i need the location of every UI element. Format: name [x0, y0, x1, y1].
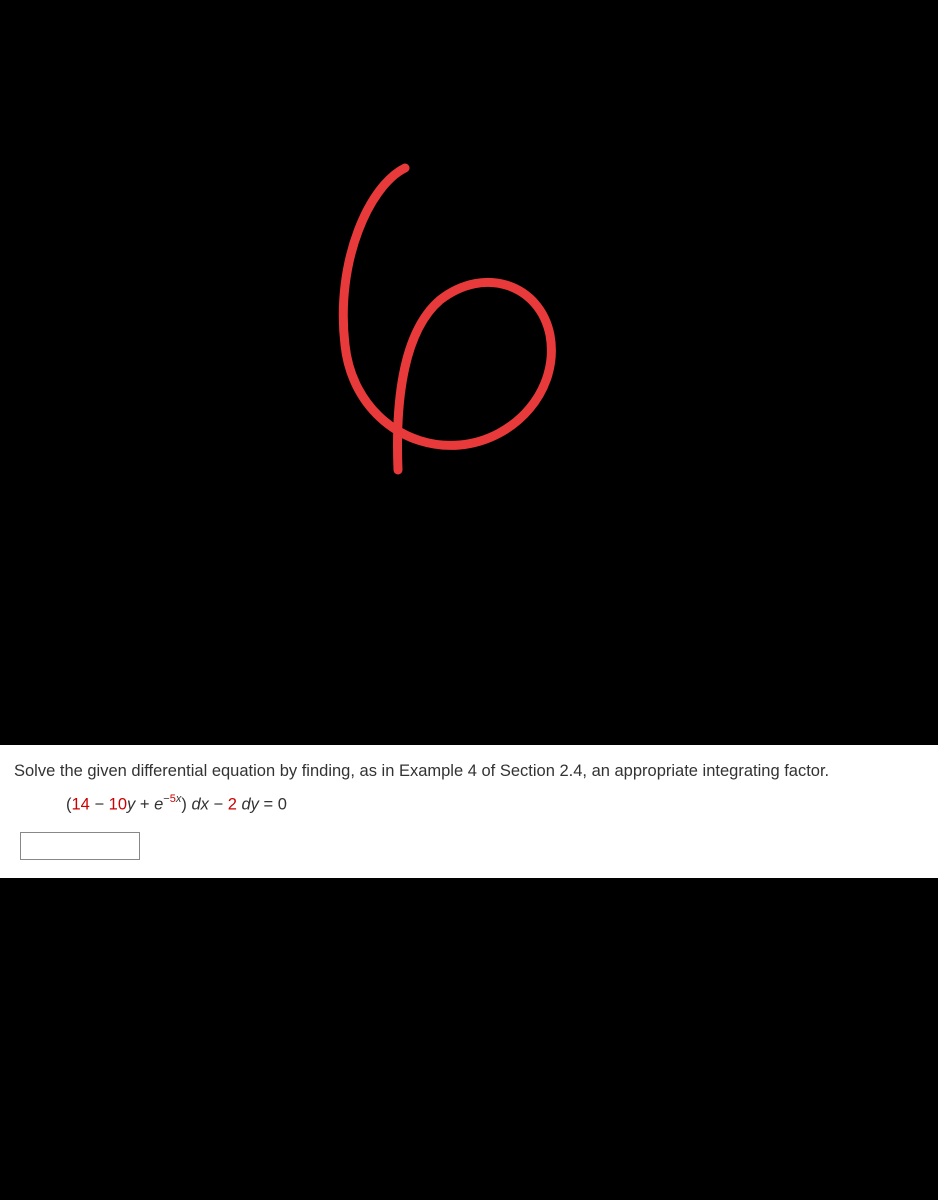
eq-exp: −5x: [163, 793, 181, 805]
answer-input[interactable]: [20, 832, 140, 860]
problem-equation: (14 − 10y + e−5x) dx − 2 dy = 0: [66, 794, 924, 815]
problem-container: Solve the given differential equation by…: [0, 745, 938, 878]
eq-exp-var: x: [176, 793, 182, 805]
eq-c3: 2: [228, 795, 237, 813]
handwritten-six-icon: [290, 150, 590, 500]
eq-c1: 14: [72, 795, 90, 813]
problem-instruction: Solve the given differential equation by…: [14, 759, 924, 784]
eq-plus: +: [135, 795, 154, 813]
eq-minus2: −: [209, 795, 228, 813]
eq-eqsign: =: [259, 795, 278, 813]
eq-minus1: −: [90, 795, 109, 813]
eq-dy: dy: [241, 795, 258, 813]
eq-close: ): [181, 795, 191, 813]
eq-c2: 10: [109, 795, 127, 813]
annotation-canvas: [0, 0, 938, 745]
eq-dx: dx: [191, 795, 208, 813]
eq-rhs: 0: [278, 795, 287, 813]
eq-e: e: [154, 795, 163, 813]
